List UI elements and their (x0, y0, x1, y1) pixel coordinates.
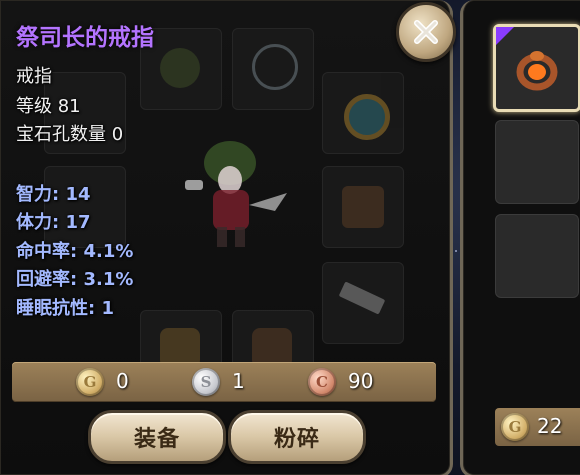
sell-price-bar: G 0 S 1 C 90 (12, 362, 436, 402)
armor-item-icon (342, 186, 384, 228)
stat-stamina: 体力: 17 (16, 212, 91, 233)
silver-amount: 1 (232, 369, 245, 393)
game-screen: 祭司长的戒指 戒指 等级 81 宝石孔数量 0 智力: 14 体力: 17 命中… (0, 0, 580, 475)
gem-socket-count: 宝石孔数量 0 (16, 124, 124, 145)
equip-slot-empty[interactable] (495, 214, 579, 298)
necklace-item-icon (252, 44, 298, 90)
equip-slot-empty[interactable] (495, 120, 579, 204)
equipment-panel: G 22 (460, 0, 580, 475)
close-icon (414, 20, 438, 44)
stat-intelligence: 智力: 14 (16, 184, 91, 205)
copper-amount: 90 (348, 369, 374, 393)
helmet-item-icon (160, 48, 200, 88)
ring-item-icon (344, 94, 390, 140)
close-button[interactable] (396, 2, 456, 62)
ring-icon (496, 27, 558, 91)
stat-sleep-resist: 睡眠抗性: 1 (16, 298, 114, 319)
equip-button[interactable]: 装备 (88, 410, 226, 464)
gold-amount: 0 (116, 369, 129, 393)
smash-button[interactable]: 粉碎 (228, 410, 366, 464)
gold-coin-icon: G (76, 368, 104, 396)
item-level: 等级 81 (16, 96, 81, 117)
stat-evasion: 回避率: 3.1% (16, 269, 134, 290)
player-gold-bar: G 22 (495, 408, 580, 446)
stat-hit-rate: 命中率: 4.1% (16, 241, 134, 262)
gold-coin-icon: G (501, 413, 529, 441)
item-detail-panel: 祭司长的戒指 戒指 等级 81 宝石孔数量 0 智力: 14 体力: 17 命中… (0, 0, 453, 475)
inventory-slot[interactable] (44, 166, 126, 248)
copper-coin-icon: C (308, 368, 336, 396)
item-name: 祭司长的戒指 (16, 24, 154, 51)
character-sprite (185, 141, 287, 247)
player-gold-amount: 22 (537, 414, 563, 438)
silver-coin-icon: S (192, 368, 220, 396)
equipped-ring-slot[interactable] (493, 24, 580, 112)
item-type: 戒指 (16, 66, 52, 87)
